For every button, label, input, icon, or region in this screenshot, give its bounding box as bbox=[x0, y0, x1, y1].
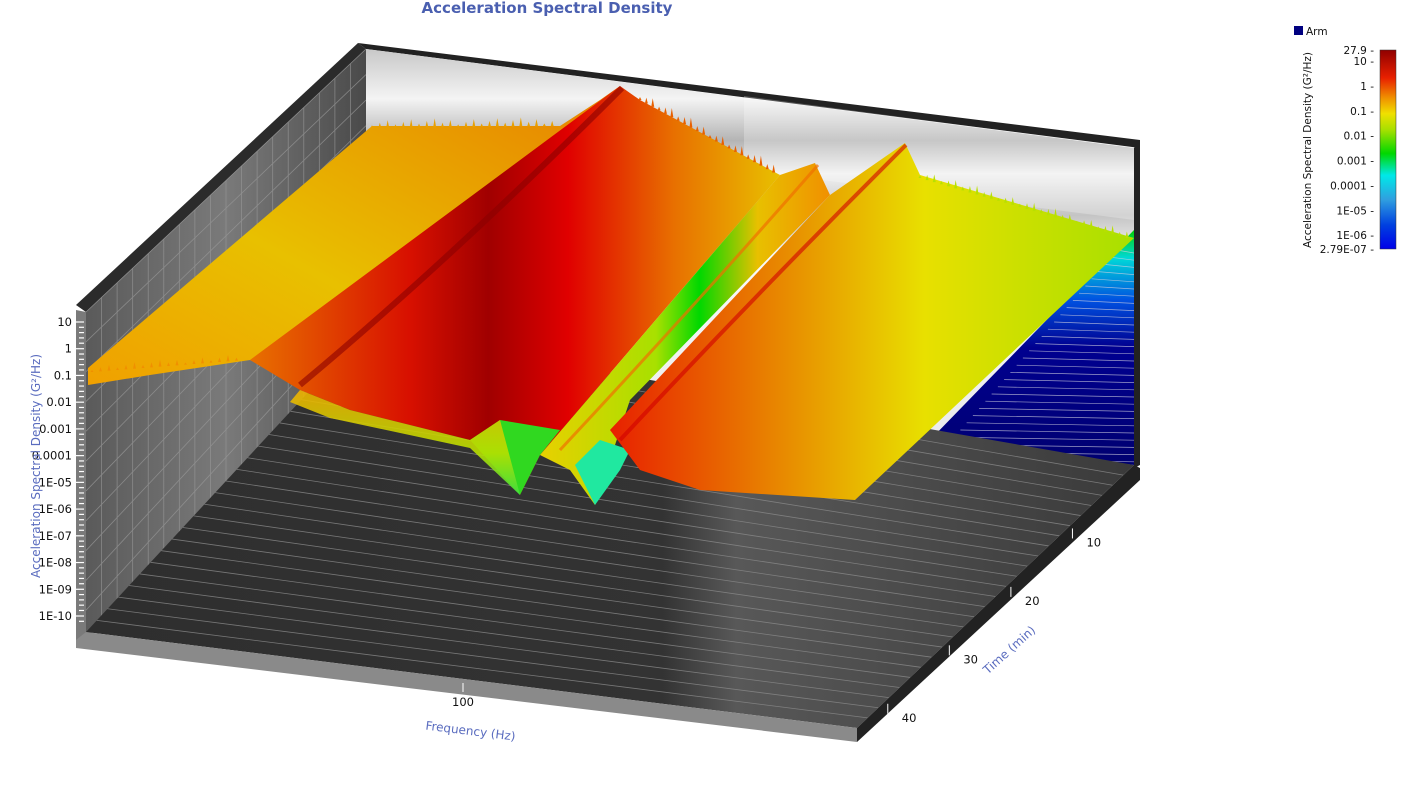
z-tick-label: 1E-05 bbox=[39, 475, 72, 489]
colorbar-tick-label: 0.01 - bbox=[1343, 131, 1374, 143]
z-tick-label: 0.01 bbox=[46, 395, 72, 409]
colorbar-tick-label: 2.79E-07 - bbox=[1320, 244, 1375, 256]
chart-title: Acceleration Spectral Density bbox=[422, 0, 673, 17]
colorbar: 27.9 -10 -1 -0.1 -0.01 -0.001 -0.0001 -1… bbox=[1302, 45, 1397, 256]
x-tick-label: 100 bbox=[452, 695, 474, 709]
legend-swatch-arm bbox=[1294, 26, 1303, 35]
z-tick-label: 1E-08 bbox=[39, 556, 72, 570]
y-tick-label: 30 bbox=[963, 652, 978, 666]
z-tick-label: 0.1 bbox=[54, 368, 72, 382]
z-tick-label: 10 bbox=[57, 315, 72, 329]
colorbar-tick-label: 0.001 - bbox=[1337, 156, 1374, 168]
legend[interactable]: Arm bbox=[1294, 26, 1328, 38]
colorbar-tick-label: 0.1 - bbox=[1350, 106, 1374, 118]
right-wall-edge bbox=[1134, 140, 1140, 468]
z-tick-label: 1E-07 bbox=[39, 529, 72, 543]
z-tick-label: 1 bbox=[65, 342, 72, 356]
colorbar-gradient bbox=[1379, 49, 1397, 250]
y-tick-label: 40 bbox=[902, 711, 917, 725]
x-axis-label: Frequency (Hz) bbox=[425, 719, 517, 744]
colorbar-tick-label: 0.0001 - bbox=[1330, 180, 1374, 192]
z-tick-label: 1E-09 bbox=[39, 582, 72, 596]
colorbar-label: Acceleration Spectral Density (G²/Hz) bbox=[1302, 52, 1314, 248]
colorbar-tick-label: 1E-05 - bbox=[1336, 205, 1374, 217]
colorbar-tick-label: 10 - bbox=[1354, 56, 1375, 68]
asd-waterfall-chart: Acceleration Spectral Density 1010.10.01… bbox=[29, 0, 1397, 744]
z-tick-label: 1E-10 bbox=[39, 609, 72, 623]
z-tick-label: 0.001 bbox=[39, 422, 72, 436]
y-tick-label: 10 bbox=[1086, 535, 1101, 549]
y-tick-label: 20 bbox=[1025, 594, 1040, 608]
z-axis-label: Acceleration Spectral Density (G²/Hz) bbox=[29, 354, 43, 578]
colorbar-tick-label: 1E-06 - bbox=[1336, 230, 1374, 242]
z-tick-label: 1E-06 bbox=[39, 502, 72, 516]
colorbar-ticks: 27.9 -10 -1 -0.1 -0.01 -0.001 -0.0001 -1… bbox=[1320, 45, 1375, 256]
colorbar-tick-label: 1 - bbox=[1360, 81, 1374, 93]
legend-label-arm: Arm bbox=[1306, 26, 1328, 38]
y-axis-label: Time (min) bbox=[980, 623, 1039, 678]
